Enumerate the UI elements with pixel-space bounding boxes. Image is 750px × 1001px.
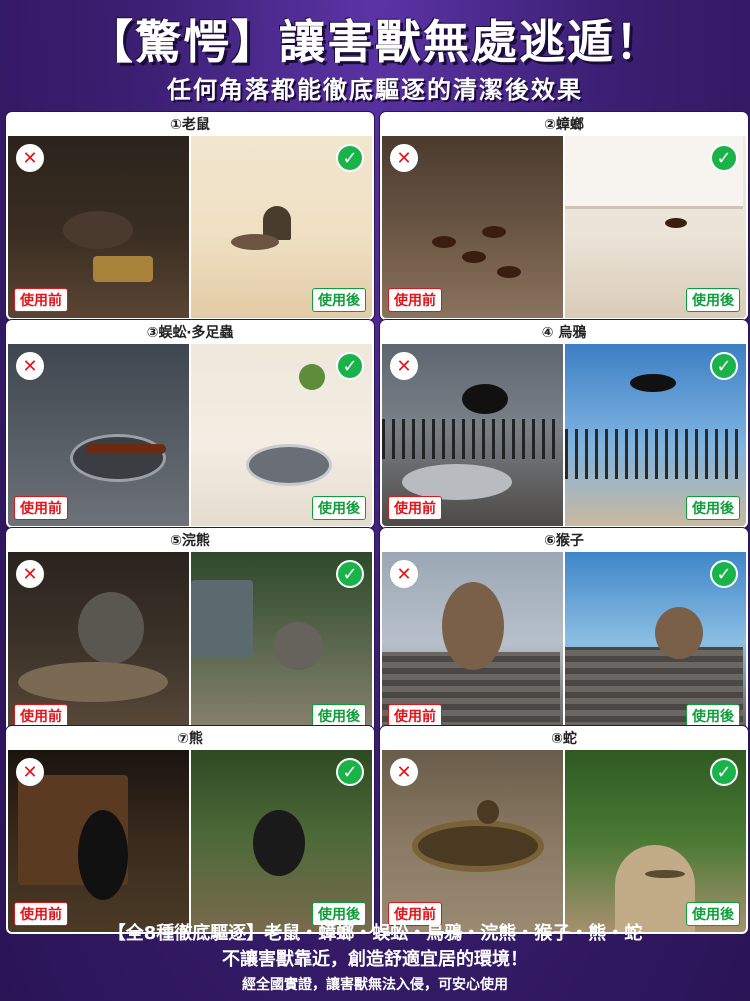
before-label: 使用前: [14, 288, 68, 312]
check-mark-icon: ✓: [710, 144, 738, 172]
rat-figure: [63, 211, 133, 249]
rat-fleeing-figure: [231, 234, 279, 250]
panel-centipede: ③蜈蚣‧多足蟲 ✕ 使用前 ✓ 使用後: [6, 320, 374, 528]
footer-line3: 經全國實證，讓害獸無法入侵，可安心使用: [242, 977, 508, 993]
before-image: ✕ 使用前: [8, 552, 189, 734]
before-image: ✕ 使用前: [8, 750, 189, 932]
check-mark-icon: ✓: [336, 352, 364, 380]
after-image: ✓ 使用後: [563, 552, 746, 734]
railing: [382, 419, 560, 459]
check-mark-icon: ✓: [336, 144, 364, 172]
before-image: ✕ 使用前: [382, 750, 563, 932]
panel-cockroach: ②蟑螂 ✕ 使用前 ✓ 使用後: [380, 112, 748, 320]
raccoon-fleeing-figure: [273, 622, 323, 670]
plant: [299, 364, 325, 390]
x-mark-icon: ✕: [390, 758, 418, 786]
after-label: 使用後: [686, 496, 740, 520]
x-mark-icon: ✕: [16, 144, 44, 172]
after-label: 使用後: [686, 288, 740, 312]
garbage-pile: [18, 662, 168, 702]
after-image: ✓ 使用後: [563, 344, 746, 526]
crow-figure: [462, 384, 508, 414]
monkey-figure: [442, 582, 504, 670]
after-label: 使用後: [312, 288, 366, 312]
centipede-figure: [86, 444, 166, 454]
garbage-pile: [402, 464, 512, 500]
after-label: 使用後: [312, 496, 366, 520]
before-image: ✕ 使用前: [8, 136, 189, 318]
x-mark-icon: ✕: [390, 560, 418, 588]
raccoon-figure: [78, 592, 144, 664]
snake-figure: [412, 820, 544, 872]
cockroach-figure: [497, 266, 521, 278]
snake-head: [477, 800, 499, 824]
panel-crow: ④ 烏鴉 ✕ 使用前 ✓ 使用後: [380, 320, 748, 528]
panel-title: ②蟑螂: [382, 114, 746, 136]
panel-title: ④ 烏鴉: [382, 322, 746, 344]
path: [615, 845, 695, 932]
check-mark-icon: ✓: [710, 758, 738, 786]
panel-title: ⑤浣熊: [8, 530, 372, 552]
bear-figure: [78, 810, 128, 900]
x-mark-icon: ✕: [16, 352, 44, 380]
cockroach-figure: [432, 236, 456, 248]
before-image: ✕ 使用前: [8, 344, 189, 526]
food-bag: [93, 256, 153, 282]
after-image: ✓ 使用後: [189, 136, 372, 318]
panel-bear: ⑦熊 ✕ 使用前 ✓ 使用後: [6, 726, 374, 934]
before-label: 使用前: [14, 704, 68, 728]
drain: [246, 444, 332, 486]
x-mark-icon: ✕: [390, 352, 418, 380]
footer-line1: 【全8種徹底驅逐】老鼠・蟑螂・蜈蚣・烏鴉・浣熊・猴子・熊・蛇: [107, 923, 643, 944]
bear-fleeing-figure: [253, 810, 305, 876]
check-mark-icon: ✓: [710, 560, 738, 588]
snake-fleeing-figure: [645, 870, 685, 878]
before-label: 使用前: [388, 496, 442, 520]
panel-title: ⑧蛇: [382, 728, 746, 750]
drain: [70, 434, 166, 482]
check-mark-icon: ✓: [710, 352, 738, 380]
check-mark-icon: ✓: [336, 560, 364, 588]
after-label: 使用後: [312, 704, 366, 728]
panel-title: ③蜈蚣‧多足蟲: [8, 322, 372, 344]
panel-title: ⑦熊: [8, 728, 372, 750]
panel-raccoon: ⑤浣熊 ✕ 使用前 ✓ 使用後: [6, 528, 374, 736]
page-subtitle: 任何角落都能徹底驅逐的清潔後效果: [167, 76, 583, 104]
footer: 【全8種徹底驅逐】老鼠・蟑螂・蜈蚣・烏鴉・浣熊・猴子・熊・蛇 不讓害獸靠近，創造…: [0, 921, 750, 997]
x-mark-icon: ✕: [16, 560, 44, 588]
cockroach-figure: [482, 226, 506, 238]
panel-monkey: ⑥猴子 ✕ 使用前 ✓ 使用後: [380, 528, 748, 736]
before-label: 使用前: [388, 704, 442, 728]
after-image: ✓ 使用後: [563, 750, 746, 932]
after-image: ✓ 使用後: [189, 552, 372, 734]
cockroach-figure: [665, 218, 687, 228]
footer-line2: 不讓害獸靠近，創造舒適宜居的環境！: [222, 949, 528, 970]
after-label: 使用後: [686, 704, 740, 728]
before-image: ✕ 使用前: [382, 552, 563, 734]
crow-flying-figure: [630, 374, 676, 392]
after-image: ✓ 使用後: [563, 136, 746, 318]
x-mark-icon: ✕: [16, 758, 44, 786]
before-label: 使用前: [388, 288, 442, 312]
after-image: ✓ 使用後: [189, 750, 372, 932]
panel-title: ①老鼠: [8, 114, 372, 136]
monkey-fleeing-figure: [655, 607, 703, 659]
x-mark-icon: ✕: [390, 144, 418, 172]
panel-snake: ⑧蛇 ✕ 使用前 ✓ 使用後: [380, 726, 748, 934]
panel-title: ⑥猴子: [382, 530, 746, 552]
panel-rat: ①老鼠 ✕ 使用前 ✓ 使用後: [6, 112, 374, 320]
before-image: ✕ 使用前: [382, 344, 563, 526]
after-image: ✓ 使用後: [189, 344, 372, 526]
page-title: 【驚愕】讓害獸無處逃遁！: [87, 15, 663, 69]
before-label: 使用前: [14, 496, 68, 520]
before-image: ✕ 使用前: [382, 136, 563, 318]
trash-bins: [191, 580, 253, 658]
cockroach-figure: [462, 251, 486, 263]
check-mark-icon: ✓: [336, 758, 364, 786]
railing: [565, 429, 743, 479]
